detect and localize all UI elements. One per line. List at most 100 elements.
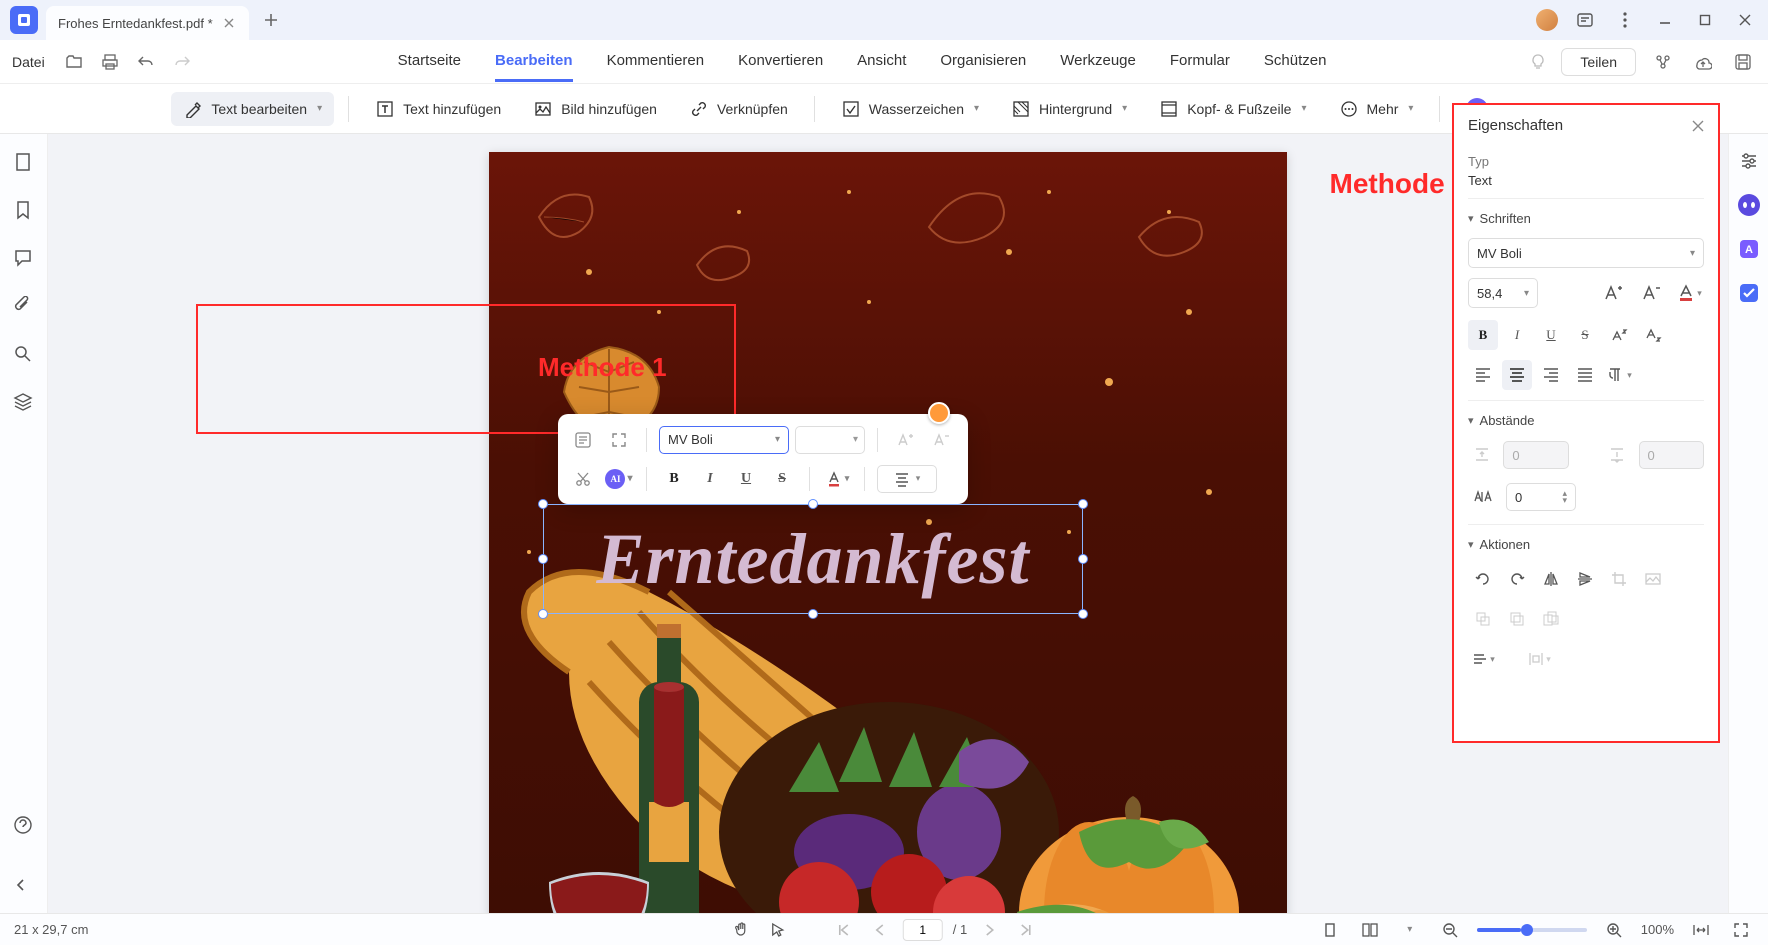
rotate-right-icon[interactable] [1502, 564, 1532, 594]
watermark-button[interactable]: Wasserzeichen ▾ [829, 92, 991, 126]
resize-handle-nw[interactable] [538, 499, 548, 509]
select-tool-icon[interactable] [765, 917, 791, 943]
spacing-section-header[interactable]: Abstände [1468, 413, 1704, 428]
new-tab-button[interactable] [257, 6, 285, 34]
strikethrough-button[interactable]: S [767, 464, 797, 494]
decrease-font-icon[interactable] [1636, 278, 1666, 308]
notifications-icon[interactable] [1572, 7, 1598, 33]
rotate-left-icon[interactable] [1468, 564, 1498, 594]
menu-schuetzen[interactable]: Schützen [1264, 42, 1327, 82]
first-page-icon[interactable] [831, 917, 857, 943]
font-color-button[interactable]: ▾ [822, 464, 852, 494]
page-number-input[interactable] [903, 919, 943, 941]
font-color-icon[interactable]: ▾ [1674, 278, 1704, 308]
share-button[interactable]: Teilen [1561, 48, 1636, 76]
underline-button[interactable]: U [731, 464, 761, 494]
redo-icon[interactable] [169, 49, 195, 75]
undo-icon[interactable] [133, 49, 159, 75]
collapse-left-icon[interactable] [13, 877, 35, 899]
document-tab[interactable]: Frohes Erntedankfest.pdf * [46, 6, 249, 40]
menu-startseite[interactable]: Startseite [398, 42, 461, 82]
increase-font-icon[interactable] [1598, 278, 1628, 308]
print-icon[interactable] [97, 49, 123, 75]
add-text-button[interactable]: Text hinzufügen [363, 92, 513, 126]
comments-icon[interactable] [13, 248, 35, 270]
resize-handle-e[interactable] [1078, 554, 1088, 564]
resize-handle-sw[interactable] [538, 609, 548, 619]
hand-tool-icon[interactable] [729, 917, 755, 943]
resize-handle-w[interactable] [538, 554, 548, 564]
lightbulb-icon[interactable] [1529, 53, 1547, 71]
selected-text-content[interactable]: Erntedankfest [543, 504, 1083, 614]
fit-icon[interactable] [604, 425, 634, 455]
window-minimize-button[interactable] [1652, 7, 1678, 33]
align-left-button[interactable] [1468, 360, 1498, 390]
open-icon[interactable] [61, 49, 87, 75]
menu-bearbeiten[interactable]: Bearbeiten [495, 42, 573, 82]
last-page-icon[interactable] [1013, 917, 1039, 943]
next-page-icon[interactable] [977, 917, 1003, 943]
flip-vertical-icon[interactable] [1570, 564, 1600, 594]
font-size-input[interactable]: 58,4 ▾ [1468, 278, 1538, 308]
two-page-view-icon[interactable] [1357, 917, 1383, 943]
text-direction-button[interactable]: ▾ [1604, 360, 1634, 390]
close-panel-icon[interactable] [1692, 120, 1704, 132]
menu-konvertieren[interactable]: Konvertieren [738, 42, 823, 82]
tab-close-icon[interactable] [221, 15, 237, 31]
menu-kommentieren[interactable]: Kommentieren [607, 42, 705, 82]
zoom-level[interactable]: 100% [1641, 922, 1674, 937]
increase-font-icon[interactable] [890, 425, 920, 455]
menu-formular[interactable]: Formular [1170, 42, 1230, 82]
save-icon[interactable] [1730, 49, 1756, 75]
actions-section-header[interactable]: Aktionen [1468, 537, 1704, 552]
italic-button[interactable]: I [1502, 320, 1532, 350]
cloud-sync-icon[interactable] [1650, 49, 1676, 75]
stepper-icon[interactable]: ▴▾ [1562, 490, 1567, 504]
align-right-button[interactable] [1536, 360, 1566, 390]
resize-handle-se[interactable] [1078, 609, 1088, 619]
thumbnails-icon[interactable] [13, 152, 35, 174]
decrease-font-icon[interactable] [926, 425, 956, 455]
zoom-slider[interactable] [1477, 928, 1587, 932]
check-badge-icon[interactable] [1736, 280, 1762, 306]
bold-button[interactable]: B [659, 464, 689, 494]
link-button[interactable]: Verknüpfen [677, 92, 800, 126]
zoom-slider-thumb[interactable] [1521, 924, 1533, 936]
fullscreen-icon[interactable] [1728, 917, 1754, 943]
user-avatar[interactable] [1536, 9, 1558, 31]
align-center-button[interactable] [1502, 360, 1532, 390]
translate-icon[interactable]: A [1736, 236, 1762, 262]
italic-button[interactable]: I [695, 464, 725, 494]
strikethrough-button[interactable]: S [1570, 320, 1600, 350]
font-family-dropdown[interactable]: MV Boli ▾ [1468, 238, 1704, 268]
upload-icon[interactable] [1690, 49, 1716, 75]
window-maximize-button[interactable] [1692, 7, 1718, 33]
bookmarks-icon[interactable] [13, 200, 35, 222]
attachments-icon[interactable] [13, 296, 35, 318]
cut-icon[interactable] [568, 464, 598, 494]
fonts-section-header[interactable]: Schriften [1468, 211, 1704, 226]
font-size-select[interactable]: ▾ [795, 426, 865, 454]
window-close-button[interactable] [1732, 7, 1758, 33]
header-footer-button[interactable]: Kopf- & Fußzeile ▾ [1147, 92, 1318, 126]
menu-werkzeuge[interactable]: Werkzeuge [1060, 42, 1136, 82]
menu-ansicht[interactable]: Ansicht [857, 42, 906, 82]
kebab-menu-icon[interactable] [1612, 7, 1638, 33]
zoom-in-icon[interactable] [1601, 917, 1627, 943]
ai-chat-icon[interactable] [1736, 192, 1762, 218]
text-selection[interactable]: Erntedankfest [543, 504, 1083, 614]
file-menu[interactable]: Datei [12, 54, 45, 70]
single-page-view-icon[interactable] [1317, 917, 1343, 943]
properties-icon[interactable] [568, 425, 598, 455]
fit-width-icon[interactable] [1688, 917, 1714, 943]
background-button[interactable]: Hintergrund ▾ [999, 92, 1139, 126]
arrange-icon[interactable]: ▾ [1468, 644, 1498, 674]
subscript-button[interactable] [1638, 320, 1668, 350]
layers-icon[interactable] [13, 392, 35, 414]
superscript-button[interactable] [1604, 320, 1634, 350]
char-spacing-input[interactable]: 0 ▴▾ [1506, 483, 1576, 511]
settings-sliders-icon[interactable] [1736, 148, 1762, 174]
resize-handle-ne[interactable] [1078, 499, 1088, 509]
zoom-out-icon[interactable] [1437, 917, 1463, 943]
prev-page-icon[interactable] [867, 917, 893, 943]
